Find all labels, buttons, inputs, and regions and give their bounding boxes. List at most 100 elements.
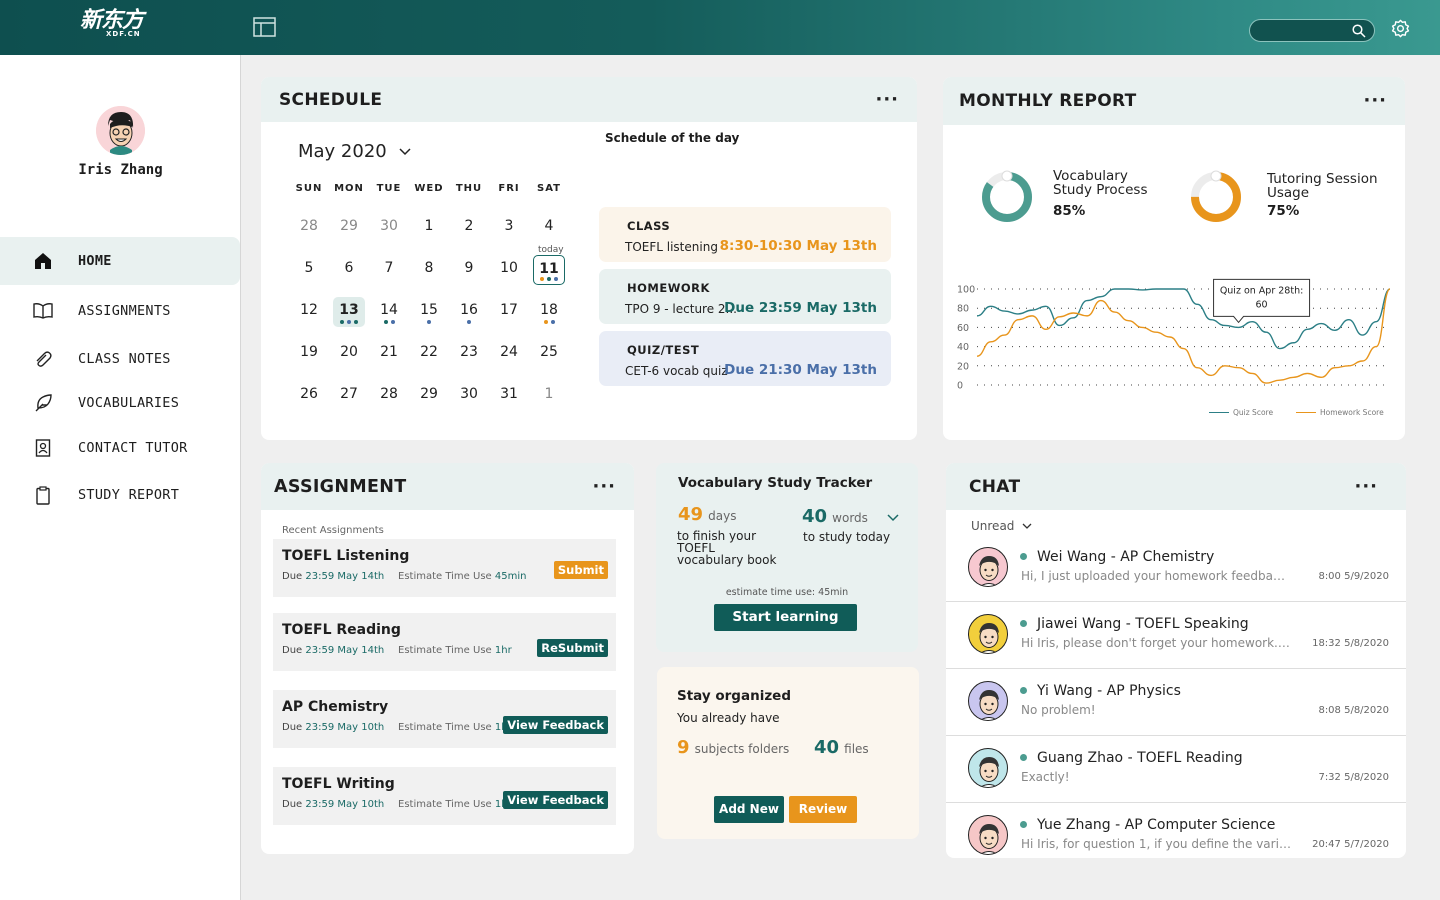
calendar-day[interactable]: 28 — [373, 381, 405, 411]
schedule-item-quiz[interactable]: QUIZ/TEST CET-6 vocab quiz Due 21:30 May… — [599, 331, 891, 386]
report-title: MONTHLY REPORT — [959, 91, 1137, 111]
calendar-day[interactable]: 27 — [333, 381, 365, 411]
chat-item[interactable]: Jiawei Wang - TOEFL Speaking Hi Iris, ple… — [946, 602, 1406, 669]
calendar-day[interactable]: 21 — [373, 339, 405, 369]
calendar-day[interactable]: 11 — [533, 255, 565, 285]
search-icon[interactable] — [1352, 24, 1366, 38]
sidebar-item-contact-tutor[interactable]: CONTACT TUTOR — [0, 424, 240, 472]
files-value: 40 — [814, 737, 840, 758]
add-new-button[interactable]: Add New — [714, 796, 784, 823]
calendar-day[interactable]: 4 — [533, 213, 565, 243]
view-feedback-button[interactable]: View Feedback — [503, 791, 608, 809]
schedule-item-class[interactable]: CLASS TOEFL listening 8:30-10:30 May 13t… — [599, 207, 891, 262]
calendar-day[interactable]: 14 — [373, 297, 405, 327]
calendar-day[interactable]: 13 — [333, 297, 365, 327]
calendar-day[interactable]: 24 — [493, 339, 525, 369]
assignment-due: Due 23:59 May 14th — [282, 645, 384, 656]
words-unit: words — [832, 511, 868, 525]
calendar-day[interactable]: 10 — [493, 255, 525, 285]
calendar-day[interactable]: 1 — [413, 213, 445, 243]
avatar[interactable] — [968, 547, 1008, 587]
more-options-icon[interactable]: ··· — [1363, 92, 1387, 110]
resubmit-button[interactable]: ReSubmit — [537, 639, 608, 657]
avatar[interactable] — [968, 614, 1008, 654]
chevron-down-icon[interactable] — [887, 514, 899, 522]
calendar-day[interactable]: 1 — [533, 381, 565, 411]
more-options-icon[interactable]: ··· — [875, 90, 899, 108]
layout-toggle-icon[interactable] — [253, 17, 276, 37]
sidebar-item-study-report[interactable]: STUDY REPORT — [0, 471, 240, 519]
calendar-day[interactable]: 7 — [373, 255, 405, 285]
assignment-row[interactable]: TOEFL Listening Due 23:59 May 14th Estimat… — [273, 539, 616, 597]
review-button[interactable]: Review — [789, 796, 857, 823]
calendar-day[interactable]: 31 — [493, 381, 525, 411]
calendar-day[interactable]: 3 — [493, 213, 525, 243]
calendar-day[interactable]: 23 — [453, 339, 485, 369]
calendar-day[interactable]: 28 — [293, 213, 325, 243]
calendar-day[interactable]: 29 — [333, 213, 365, 243]
calendar-day[interactable]: 30 — [373, 213, 405, 243]
chat-filter-dropdown[interactable]: Unread — [971, 519, 1032, 533]
view-feedback-button[interactable]: View Feedback — [503, 716, 608, 734]
sidebar-item-assignments[interactable]: ASSIGNMENTS — [0, 287, 240, 335]
chat-time: 8:08 5/8/2020 — [1318, 705, 1389, 716]
calendar-day[interactable]: 19 — [293, 339, 325, 369]
words-stat[interactable]: 40 words — [802, 506, 899, 527]
avatar[interactable] — [968, 681, 1008, 721]
estimate-time: estimate time use: 45min — [725, 587, 849, 598]
chat-item[interactable]: Yi Wang - AP Physics No problem! 8:08 5/8/… — [946, 669, 1406, 736]
chat-item[interactable]: Wei Wang - AP Chemistry Hi, I just upload… — [946, 535, 1406, 602]
more-options-icon[interactable]: ··· — [1354, 477, 1378, 495]
submit-button[interactable]: Submit — [553, 561, 608, 579]
calendar-day[interactable]: 16 — [453, 297, 485, 327]
search-input[interactable] — [1249, 19, 1375, 42]
brand-logo[interactable]: 新东方 XDF.CN — [80, 10, 144, 39]
chat-item[interactable]: Yue Zhang - AP Computer Science Hi Iris, … — [946, 803, 1406, 858]
avatar[interactable] — [968, 815, 1008, 855]
calendar-day-number: 28 — [300, 218, 318, 234]
avatar[interactable] — [968, 748, 1008, 788]
calendar-day[interactable]: 9 — [453, 255, 485, 285]
est-prefix: Estimate Time Use — [398, 645, 492, 656]
avatar[interactable] — [96, 106, 145, 155]
donut-label-line: Study Process — [1053, 182, 1148, 198]
y-tick-label: 0 — [957, 381, 963, 392]
calendar-day[interactable]: 22 — [413, 339, 445, 369]
est-value: 1hr — [494, 645, 512, 656]
calendar-day-number: 18 — [540, 302, 558, 318]
calendar-day[interactable]: 18 — [533, 297, 565, 327]
sidebar-item-home[interactable]: HOME — [0, 237, 240, 285]
days-unit: days — [708, 509, 737, 523]
gear-icon[interactable] — [1391, 19, 1410, 42]
chat-item[interactable]: Guang Zhao - TOEFL Reading Exactly! 7:32 5… — [946, 736, 1406, 803]
sidebar-item-vocabularies[interactable]: VOCABULARIES — [0, 379, 240, 427]
calendar-day[interactable]: 12 — [293, 297, 325, 327]
assignment-name: TOEFL Listening — [282, 548, 410, 564]
sidebar-item-class-notes[interactable]: CLASS NOTES — [0, 335, 240, 383]
files-stat: 40 files — [814, 737, 869, 758]
calendar-day-number: 2 — [464, 218, 474, 234]
more-options-icon[interactable]: ··· — [592, 477, 616, 495]
month-selector[interactable]: May 2020 — [298, 141, 412, 162]
words-desc: to study today — [803, 530, 891, 544]
calendar-day[interactable]: 26 — [293, 381, 325, 411]
calendar-day[interactable]: 25 — [533, 339, 565, 369]
assignment-row[interactable]: TOEFL Reading Due 23:59 May 14th Estimate … — [273, 613, 616, 671]
schedule-item-homework[interactable]: HOMEWORK TPO 9 - lecture 2... Due 23:59 … — [599, 269, 891, 324]
calendar-day[interactable]: 2 — [453, 213, 485, 243]
start-learning-button[interactable]: Start learning — [714, 604, 857, 631]
tracker-title: Vocabulary Study Tracker — [678, 475, 873, 491]
assignment-row[interactable]: TOEFL Writing Due 23:59 May 10th Estimate … — [273, 767, 616, 825]
schedule-header: SCHEDULE ··· — [261, 77, 917, 122]
calendar-day[interactable]: 20 — [333, 339, 365, 369]
calendar-day[interactable]: 8 — [413, 255, 445, 285]
assignment-estimate: Estimate Time Use 45min — [398, 571, 526, 582]
calendar-day[interactable]: 17 — [493, 297, 525, 327]
calendar-day[interactable]: 30 — [453, 381, 485, 411]
calendar-day[interactable]: 29 — [413, 381, 445, 411]
calendar-day[interactable]: 15 — [413, 297, 445, 327]
calendar-day[interactable]: 5 — [293, 255, 325, 285]
assignment-row[interactable]: AP Chemistry Due 23:59 May 10th Estimate T… — [273, 690, 616, 748]
calendar-day[interactable]: 6 — [333, 255, 365, 285]
assignment-due: Due 23:59 May 10th — [282, 799, 384, 810]
